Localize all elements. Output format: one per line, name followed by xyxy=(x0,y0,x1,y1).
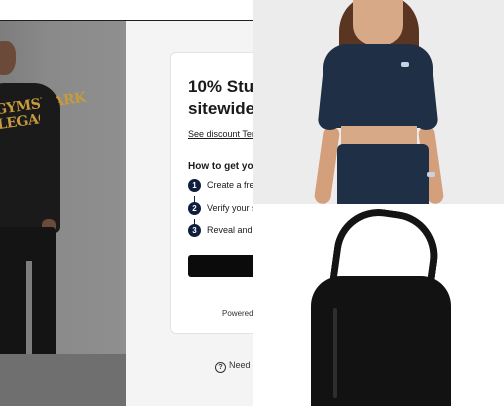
bag-highlight xyxy=(333,308,337,398)
step-number-badge: 1 xyxy=(188,179,201,192)
get-code-button[interactable] xyxy=(188,255,261,277)
step-number-badge: 3 xyxy=(188,224,201,237)
question-icon: ? xyxy=(215,362,226,373)
floor xyxy=(0,354,126,406)
crop-top xyxy=(323,44,433,128)
man-head xyxy=(0,41,16,75)
student-discount-card: 10% Stu sitewide See discount Term How t… xyxy=(170,52,262,334)
title-line-2: sitewide xyxy=(188,99,256,118)
brand-logo-icon xyxy=(427,172,435,177)
step-text: Reveal and c xyxy=(207,225,260,235)
step-text: Verify your s xyxy=(207,203,257,213)
how-to-heading: How to get yo xyxy=(188,161,254,172)
model-photo-man: GYMSHARKLEGACY xyxy=(0,21,126,406)
man-arm xyxy=(40,95,58,225)
bag-body xyxy=(311,276,451,406)
step-text: Create a free xyxy=(207,180,260,190)
step-number-badge: 2 xyxy=(188,202,201,215)
leggings xyxy=(337,144,429,204)
discount-title: 10% Stu sitewide xyxy=(188,76,261,120)
model-photo-woman xyxy=(253,0,504,204)
powered-by-text: Powered xyxy=(222,309,254,318)
brand-logo-icon xyxy=(401,62,409,67)
help-link[interactable]: ? Need xyxy=(215,360,251,373)
product-photo-bag xyxy=(253,204,504,406)
title-line-1: 10% Stu xyxy=(188,77,255,96)
help-text: Need xyxy=(229,360,251,370)
top-strip xyxy=(0,0,253,21)
discount-terms-link[interactable]: See discount Term xyxy=(188,129,261,139)
woman-face xyxy=(353,0,403,46)
